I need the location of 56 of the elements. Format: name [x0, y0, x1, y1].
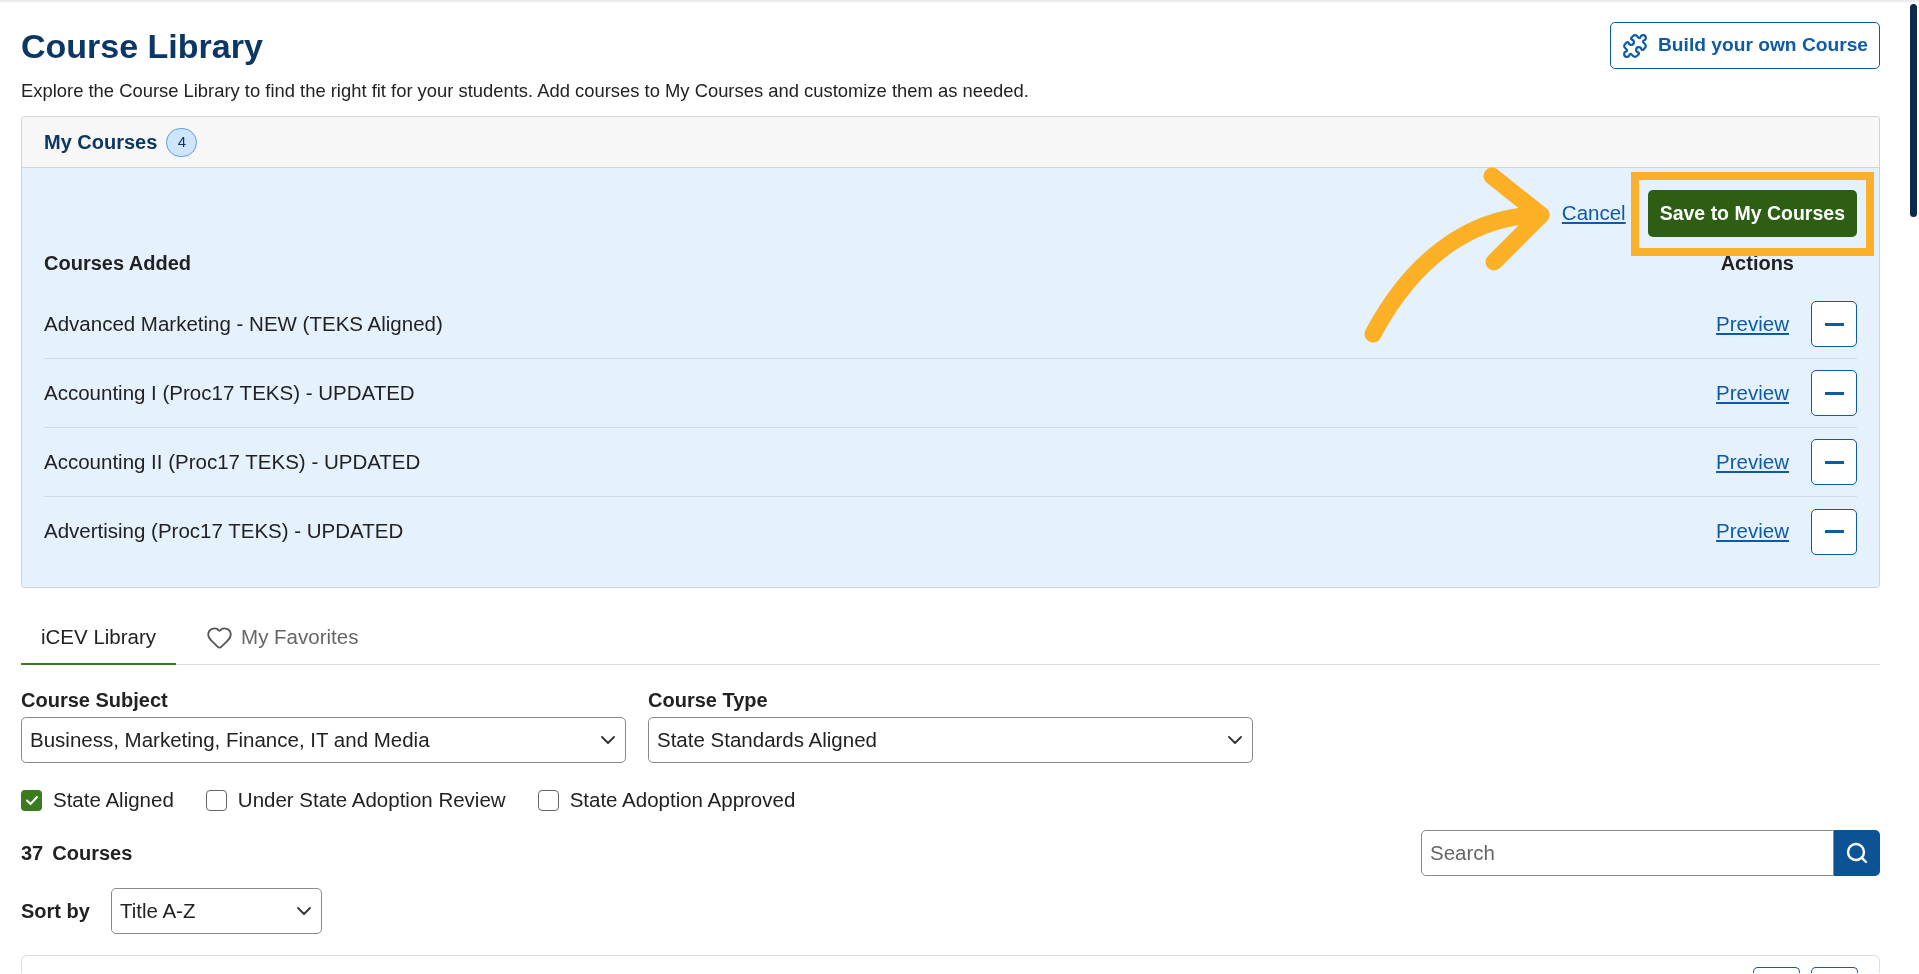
checkbox-label: State Aligned — [53, 786, 174, 813]
select-value: State Standards Aligned — [657, 726, 877, 753]
panel-title: My Courses — [44, 130, 158, 155]
chevron-down-icon — [601, 736, 615, 744]
select-field[interactable]: Business, Marketing, Finance, IT and Media — [21, 717, 626, 763]
heart-icon — [206, 624, 234, 651]
preview-link[interactable]: Preview — [1716, 446, 1789, 478]
tab[interactable]: iCEV Library — [21, 618, 177, 665]
remove-button[interactable] — [1811, 301, 1857, 347]
chevron-down-icon — [296, 907, 311, 915]
preview-link[interactable]: Preview — [1716, 377, 1789, 409]
course-title: Advertising (Proc17 TEKS) - UPDATED — [44, 518, 404, 545]
minus-icon — [1824, 460, 1844, 464]
minus-icon — [1824, 530, 1844, 533]
checkbox[interactable] — [205, 789, 227, 811]
checkbox[interactable] — [21, 789, 42, 811]
card-action-button[interactable] — [1811, 967, 1858, 973]
checkbox-label: Under State Adoption Review — [237, 786, 506, 813]
remove-button[interactable] — [1811, 439, 1857, 485]
count-badge: 4 — [166, 127, 198, 157]
scrollbar-thumb[interactable] — [1910, 4, 1917, 217]
chevron-down-icon — [1228, 736, 1242, 744]
build-course-button[interactable]: Build your own Course — [1610, 22, 1880, 69]
search-button[interactable] — [1834, 830, 1880, 876]
card-action-button[interactable] — [1753, 967, 1800, 973]
tab[interactable]: My Favorites — [186, 618, 379, 665]
course-title: Accounting I (Proc17 TEKS) - UPDATED — [44, 379, 415, 406]
save-button[interactable]: Save to My Courses — [1647, 190, 1857, 237]
puzzle-icon — [1622, 32, 1648, 59]
field-label: Course Type — [648, 688, 769, 712]
sort-label: Sort by — [21, 899, 90, 924]
page-title: Course Library — [21, 26, 263, 66]
select-value: Title A-Z — [119, 897, 196, 924]
select-field[interactable]: State Standards Aligned — [648, 717, 1253, 763]
preview-link[interactable]: Preview — [1716, 516, 1789, 547]
column-header: Actions — [1720, 251, 1795, 276]
checkmark-icon — [25, 795, 38, 805]
search-icon — [1845, 841, 1869, 865]
minus-icon — [1824, 391, 1844, 395]
page-description: Explore the Course Library to find the right fit for your students. Add courses to My Courses and customize them as needed. — [21, 79, 1030, 103]
minus-icon — [1824, 322, 1844, 326]
field-label: Course Subject — [21, 688, 169, 712]
course-title: Accounting II (Proc17 TEKS) - UPDATED — [44, 448, 421, 475]
course-title: Advanced Marketing - NEW (TEKS Aligned) — [44, 310, 443, 337]
remove-button[interactable] — [1811, 370, 1857, 416]
remove-button[interactable] — [1811, 508, 1857, 555]
cancel-link[interactable]: Cancel — [1561, 198, 1626, 229]
preview-link[interactable]: Preview — [1716, 308, 1789, 340]
column-header: Courses Added — [44, 251, 192, 276]
search-field[interactable]: Search — [1421, 830, 1834, 876]
count-label: Courses — [52, 841, 133, 866]
course-count: 37 — [21, 841, 44, 866]
select-field[interactable]: Title A-Z — [110, 888, 322, 934]
select-value: Business, Marketing, Finance, IT and Media — [30, 726, 430, 753]
checkbox[interactable] — [537, 789, 559, 811]
checkbox-label: State Adoption Approved — [569, 786, 796, 813]
